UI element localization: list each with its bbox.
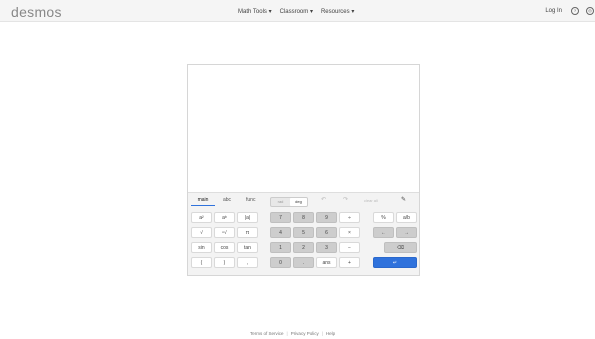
key-2-0[interactable]: sin [191, 242, 212, 253]
redo-icon[interactable]: ↷ [343, 196, 348, 203]
key-1-2[interactable]: π [237, 227, 258, 238]
backspace-key[interactable]: ⌫ [384, 242, 417, 253]
key-3-2[interactable]: , [237, 257, 258, 268]
clear-all-button[interactable]: clear all [364, 198, 378, 203]
tab-func[interactable]: func [246, 196, 255, 205]
chevron-down-icon: ▾ [268, 9, 272, 15]
login-link[interactable]: Log In [545, 8, 562, 14]
key-1-1[interactable]: ⁿ√ [214, 227, 235, 238]
tab-abc[interactable]: abc [223, 196, 231, 205]
key-num-0-2[interactable]: 9 [316, 212, 337, 223]
key-num-3-3[interactable]: + [339, 257, 360, 268]
key-num-3-2[interactable]: ans [316, 257, 337, 268]
left-arrow-key[interactable]: ← [373, 227, 394, 238]
footer: Terms of Service | Privacy Policy | Help [250, 331, 335, 336]
key-3-0[interactable]: ( [191, 257, 212, 268]
chevron-down-icon: ▾ [309, 9, 313, 15]
nav-math-tools[interactable]: Math Tools ▾ [238, 8, 272, 15]
undo-icon[interactable]: ↶ [321, 196, 326, 203]
angle-mode-toggle[interactable]: rad deg [270, 197, 308, 207]
key-num-1-3[interactable]: × [339, 227, 360, 238]
help-icon[interactable]: ? [571, 7, 579, 15]
wrench-icon[interactable]: ✎ [401, 196, 406, 203]
fraction-key[interactable]: a/b [396, 212, 417, 223]
rad-option[interactable]: rad [272, 198, 289, 206]
key-num-2-1[interactable]: 2 [293, 242, 314, 253]
key-0-0[interactable]: a² [191, 212, 212, 223]
key-2-2[interactable]: tan [237, 242, 258, 253]
key-2-1[interactable]: cos [214, 242, 235, 253]
footer-divider: | [286, 331, 288, 336]
privacy-link[interactable]: Privacy Policy [291, 331, 319, 336]
expression-area[interactable] [188, 65, 419, 193]
enter-key[interactable]: ↵ [373, 257, 417, 268]
key-num-1-1[interactable]: 5 [293, 227, 314, 238]
key-num-3-1[interactable]: . [293, 257, 314, 268]
key-num-3-0[interactable]: 0 [270, 257, 291, 268]
percent-key[interactable]: % [373, 212, 394, 223]
nav-resources[interactable]: Resources ▾ [321, 8, 354, 15]
key-num-0-0[interactable]: 7 [270, 212, 291, 223]
calculator-panel: main abc func rad deg ↶ ↷ clear all ✎ a²… [187, 64, 420, 276]
desmos-logo[interactable]: desmos [11, 4, 62, 20]
right-arrow-key[interactable]: → [396, 227, 417, 238]
key-0-1[interactable]: aᵇ [214, 212, 235, 223]
key-num-0-3[interactable]: ÷ [339, 212, 360, 223]
key-num-0-1[interactable]: 8 [293, 212, 314, 223]
nav-classroom[interactable]: Classroom ▾ [280, 8, 313, 15]
tab-main[interactable]: main [191, 196, 215, 206]
top-bar: desmos Math Tools ▾ Classroom ▾ Resource… [0, 0, 595, 22]
keypad: main abc func rad deg ↶ ↷ clear all ✎ a²… [188, 192, 419, 275]
chevron-down-icon: ▾ [351, 9, 355, 15]
key-num-1-2[interactable]: 6 [316, 227, 337, 238]
terms-link[interactable]: Terms of Service [250, 331, 284, 336]
key-0-2[interactable]: |a| [237, 212, 258, 223]
help-link[interactable]: Help [326, 331, 335, 336]
globe-icon[interactable]: ◎ [586, 7, 594, 15]
key-num-2-2[interactable]: 3 [316, 242, 337, 253]
key-num-2-3[interactable]: − [339, 242, 360, 253]
key-1-0[interactable]: √ [191, 227, 212, 238]
key-num-2-0[interactable]: 1 [270, 242, 291, 253]
main-nav: Math Tools ▾ Classroom ▾ Resources ▾ [238, 8, 362, 15]
key-3-1[interactable]: ) [214, 257, 235, 268]
key-num-1-0[interactable]: 4 [270, 227, 291, 238]
footer-divider: | [321, 331, 323, 336]
deg-option[interactable]: deg [290, 198, 307, 206]
